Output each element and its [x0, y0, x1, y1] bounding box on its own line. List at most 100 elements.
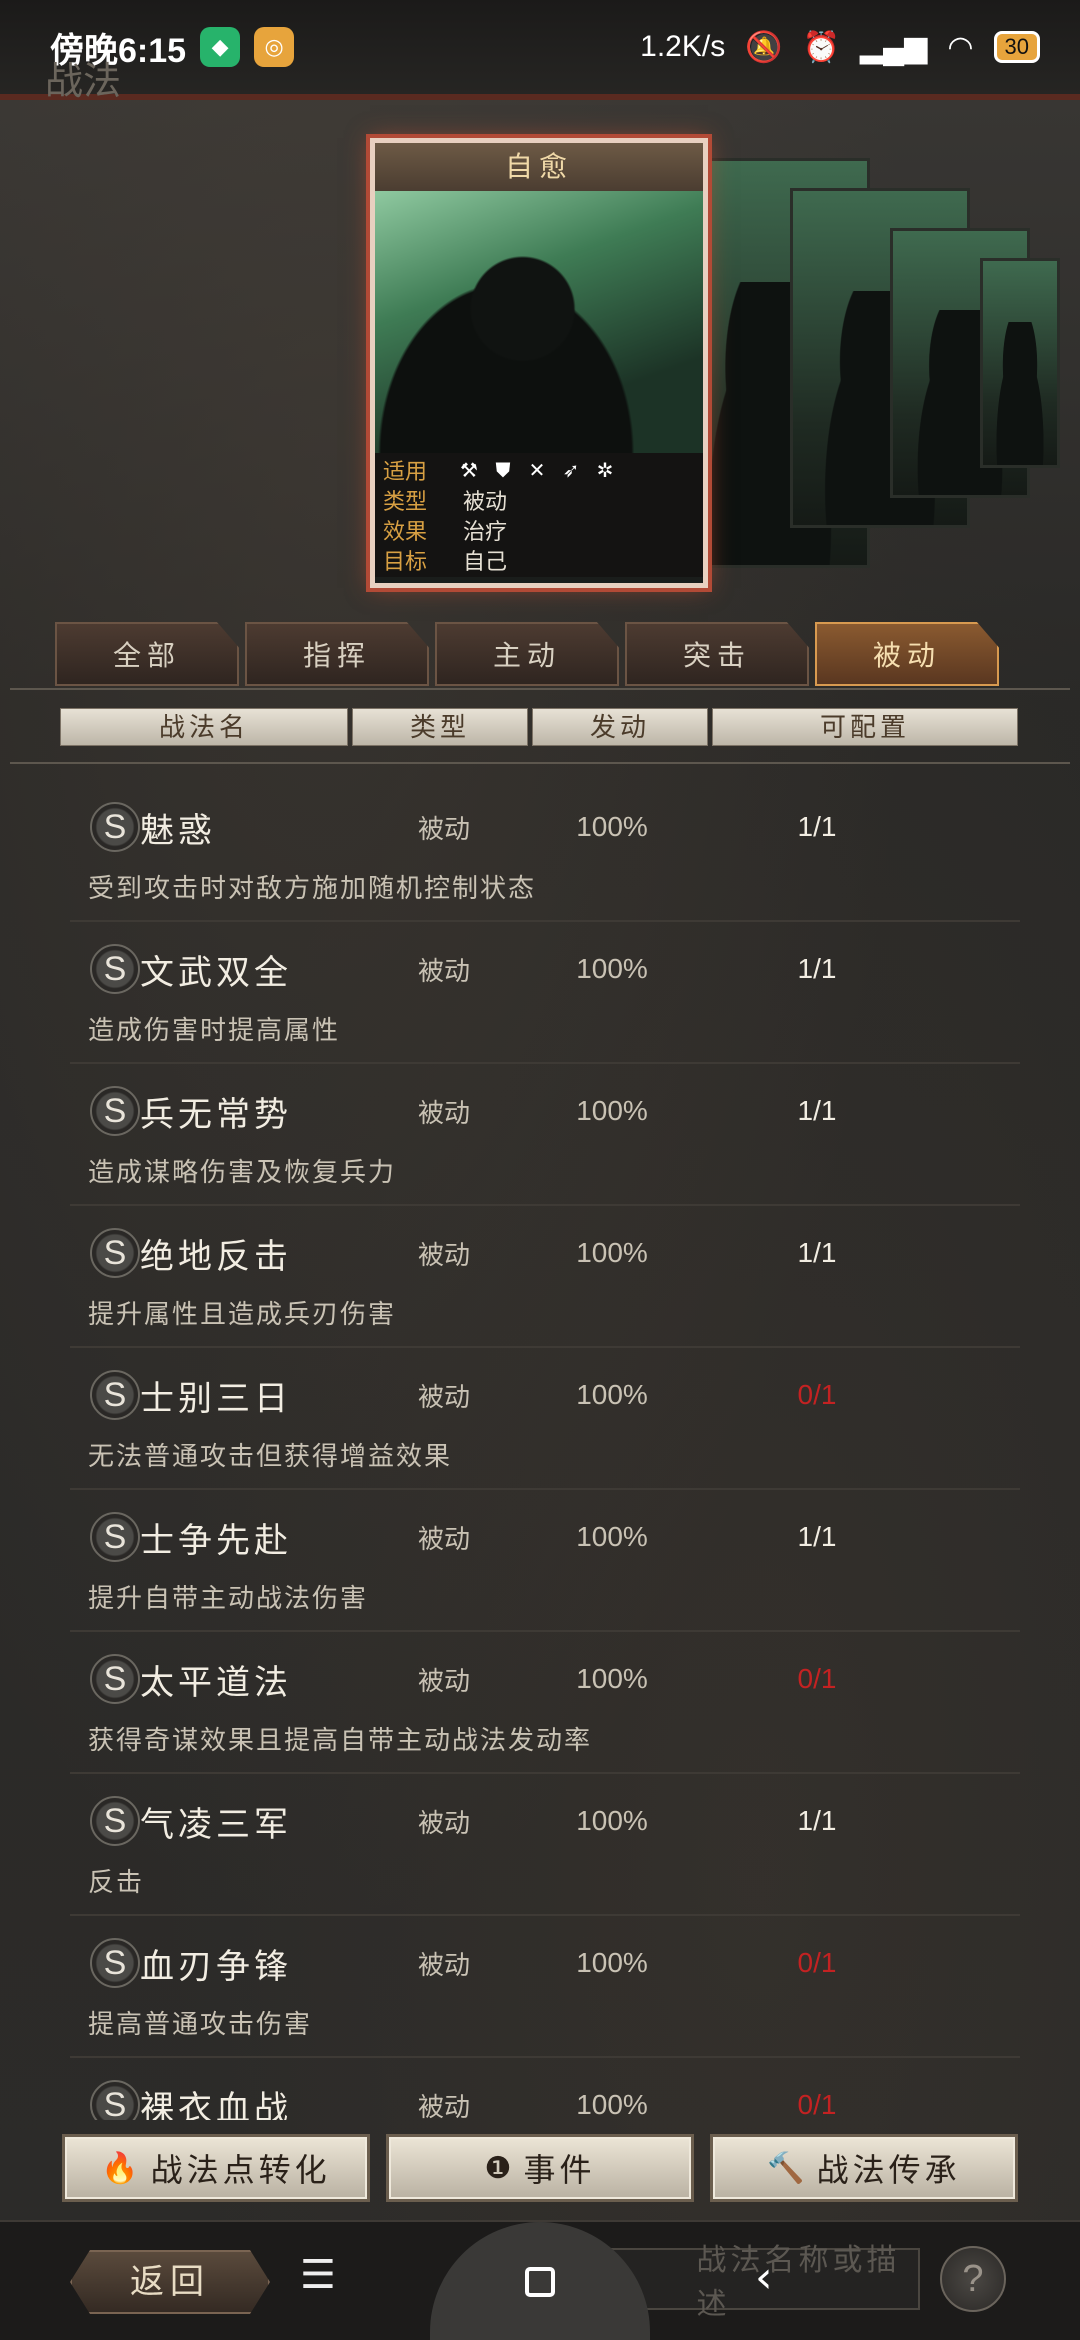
skill-name: 魅惑 — [140, 810, 216, 851]
skill-desc: 提高普通攻击伤害 — [88, 2010, 313, 2040]
shield-icon: ⛊ — [495, 458, 511, 482]
network-speed: 1.2K/s — [640, 30, 726, 63]
col-rate-header[interactable]: 发动 — [532, 708, 708, 746]
skill-config: 1/1 — [797, 1095, 837, 1126]
skill-list[interactable]: S 魅惑 被动 100% 1/1 受到攻击时对敌方施加随机控制状态 S 文武双全 被动 100… — [70, 780, 1020, 2120]
grade-badge: S — [90, 1938, 140, 1988]
inherit-skill-button[interactable]: 🔨 战法传承 — [710, 2134, 1018, 2202]
skill-type: 被动 — [418, 1808, 471, 1839]
col-name-header[interactable]: 战法名 — [60, 708, 348, 746]
skill-desc: 反击 — [88, 1868, 145, 1898]
skill-config: 0/1 — [797, 2089, 837, 2120]
selected-skill-card[interactable]: 自愈 适用 ⚒ ⛊ ✕ ➶ ✲ 类型 被动 效果 治疗 目标 自己 — [370, 138, 708, 588]
card-info: 适用 ⚒ ⛊ ✕ ➶ ✲ 类型 被动 效果 治疗 目标 自己 — [375, 453, 703, 577]
events-button[interactable]: ❶ 事件 — [386, 2134, 694, 2202]
divider — [10, 688, 1070, 690]
list-item[interactable]: S 绝地反击 被动 100% 1/1 提升属性且造成兵刃伤害 — [70, 1206, 1020, 1348]
skill-rate: 100% — [576, 1379, 648, 1410]
spear-icon: ➶ — [562, 458, 580, 482]
col-type-header[interactable]: 类型 — [352, 708, 528, 746]
page-title: 战法 — [45, 59, 122, 103]
card-back-4[interactable] — [980, 258, 1060, 468]
skill-desc: 造成谋略伤害及恢复兵力 — [88, 1158, 397, 1188]
battery-icon: 30 — [993, 31, 1040, 63]
list-item[interactable]: S 裸衣血战 被动 100% 0/1 — [70, 2058, 1020, 2120]
tab-passive[interactable]: 被动 — [815, 622, 999, 686]
mute-icon: 🔕 — [745, 30, 783, 64]
skill-type: 被动 — [418, 814, 471, 845]
skill-name: 血刃争锋 — [140, 1946, 292, 1987]
axe-icon: ⚒ — [460, 458, 478, 482]
grade-badge: S — [90, 802, 140, 852]
skill-desc: 造成伤害时提高属性 — [88, 1016, 341, 1046]
game-app-icon: ◎ — [254, 27, 295, 67]
skill-name: 士别三日 — [140, 1378, 292, 1419]
skill-desc: 获得奇谋效果且提高自带主动战法发动率 — [88, 1726, 593, 1756]
grade-badge: S — [90, 1086, 140, 1136]
skill-rate: 100% — [576, 1237, 648, 1268]
shield-app-icon: ◆ — [200, 27, 241, 67]
skill-name: 太平道法 — [140, 1662, 292, 1703]
skill-rate: 100% — [576, 2089, 648, 2120]
action-bar: 🔥 战法点转化 ❶ 事件 🔨 战法传承 — [62, 2134, 1018, 2202]
skill-config: 0/1 — [797, 1663, 837, 1694]
alarm-icon: ⏰ — [802, 30, 840, 64]
skill-rate: 100% — [576, 1805, 648, 1836]
grade-badge: S — [90, 944, 140, 994]
skill-type: 被动 — [418, 1240, 471, 1271]
list-item[interactable]: S 太平道法 被动 100% 0/1 获得奇谋效果且提高自带主动战法发动率 — [70, 1632, 1020, 1774]
tab-assault[interactable]: 突击 — [625, 622, 809, 686]
wifi-icon: ◠ — [947, 30, 974, 64]
skill-desc: 无法普通攻击但获得增益效果 — [88, 1442, 453, 1472]
tab-active[interactable]: 主动 — [435, 622, 619, 686]
skill-type: 被动 — [418, 1524, 471, 1555]
card-title: 自愈 — [375, 143, 703, 191]
convert-points-button[interactable]: 🔥 战法点转化 — [62, 2134, 370, 2202]
tab-all[interactable]: 全部 — [55, 622, 239, 686]
skill-rate: 100% — [576, 1947, 648, 1978]
grade-badge: S — [90, 1512, 140, 1562]
list-item[interactable]: S 文武双全 被动 100% 1/1 造成伤害时提高属性 — [70, 922, 1020, 1064]
home-icon[interactable] — [525, 2267, 555, 2297]
skill-type: 被动 — [418, 2092, 471, 2121]
skill-type: 被动 — [418, 956, 471, 987]
skill-config: 1/1 — [797, 953, 837, 984]
skill-rate: 100% — [576, 953, 648, 984]
skill-config: 0/1 — [797, 1379, 837, 1410]
col-config-header[interactable]: 可配置 — [712, 708, 1018, 746]
skill-config: 0/1 — [797, 1947, 837, 1978]
grade-badge: S — [90, 1228, 140, 1278]
list-item[interactable]: S 兵无常势 被动 100% 1/1 造成谋略伤害及恢复兵力 — [70, 1064, 1020, 1206]
grade-badge: S — [90, 1654, 140, 1704]
menu-icon[interactable]: ☰ — [300, 2252, 336, 2298]
skill-card-stack[interactable]: 自愈 适用 ⚒ ⛊ ✕ ➶ ✲ 类型 被动 效果 治疗 目标 自己 — [370, 138, 1080, 588]
list-item[interactable]: S 士争先赴 被动 100% 1/1 提升自带主动战法伤害 — [70, 1490, 1020, 1632]
skill-rate: 100% — [576, 1095, 648, 1126]
tab-command[interactable]: 指挥 — [245, 622, 429, 686]
list-item[interactable]: S 气凌三军 被动 100% 1/1 反击 — [70, 1774, 1020, 1916]
system-back-icon[interactable]: ‹ — [755, 2252, 773, 2303]
skill-config: 1/1 — [797, 1521, 837, 1552]
skill-name: 兵无常势 — [140, 1094, 292, 1135]
column-headers: 战法名 类型 发动 可配置 — [60, 708, 1018, 746]
skill-type: 被动 — [418, 1382, 471, 1413]
skill-config: 1/1 — [797, 811, 837, 842]
skill-name: 文武双全 — [140, 952, 292, 993]
signal-icon: ▂▄▆ — [859, 30, 928, 64]
grade-badge: S — [90, 1796, 140, 1846]
list-item[interactable]: S 士别三日 被动 100% 0/1 无法普通攻击但获得增益效果 — [70, 1348, 1020, 1490]
skill-name: 绝地反击 — [140, 1236, 292, 1277]
list-item[interactable]: S 魅惑 被动 100% 1/1 受到攻击时对敌方施加随机控制状态 — [70, 780, 1020, 922]
skill-desc: 受到攻击时对敌方施加随机控制状态 — [88, 874, 537, 904]
help-button[interactable]: ? — [940, 2246, 1006, 2312]
status-right: 1.2K/s 🔕 ⏰ ▂▄▆ ◠ 30 — [640, 30, 1040, 65]
status-bar: 傍晚6:15 ◆ ◎ 1.2K/s 🔕 ⏰ ▂▄▆ ◠ 30 战法 — [0, 0, 1080, 103]
skill-desc: 提升自带主动战法伤害 — [88, 1584, 369, 1614]
divider — [10, 762, 1070, 764]
bottom-bar: 返回 ☰ ⚲ 战法名称或描述 ‹ ? — [0, 2220, 1080, 2340]
back-button[interactable]: 返回 — [70, 2250, 270, 2314]
list-item[interactable]: S 血刃争锋 被动 100% 0/1 提高普通攻击伤害 — [70, 1916, 1020, 2058]
skill-type: 被动 — [418, 1098, 471, 1129]
skill-name: 士争先赴 — [140, 1520, 292, 1561]
crossbow-icon: ✕ — [528, 458, 546, 482]
